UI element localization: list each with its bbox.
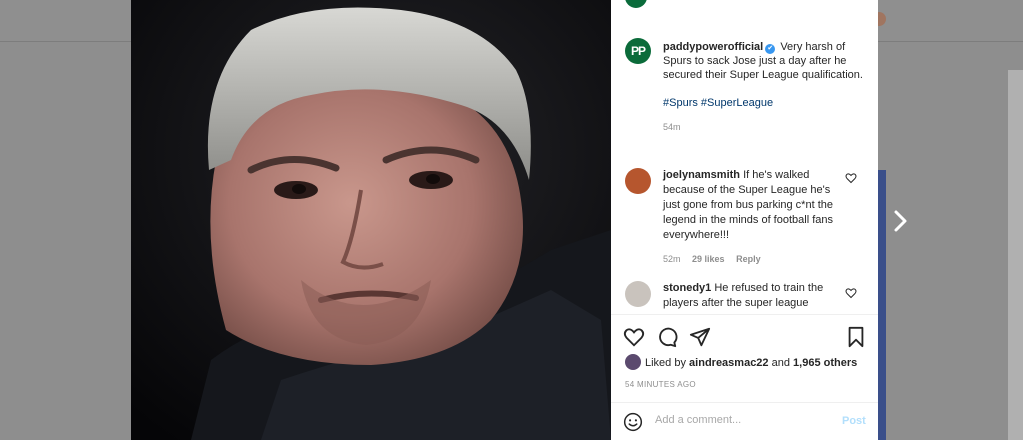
- caption-hashtags[interactable]: #Spurs #SuperLeague: [663, 96, 863, 110]
- background-scrollbar: [1008, 70, 1023, 440]
- likes-prefix: Liked by: [645, 357, 686, 369]
- emoji-icon[interactable]: [623, 412, 643, 432]
- liker-avatar[interactable]: [625, 354, 641, 370]
- comment-body: joelynamsmith If he's walked because of …: [663, 168, 843, 267]
- add-comment-bar: Post: [611, 402, 878, 440]
- comment-avatar[interactable]: [625, 168, 651, 194]
- comment-reply-button[interactable]: Reply: [736, 254, 761, 264]
- post-timestamp[interactable]: 54 MINUTES AGO: [625, 380, 696, 389]
- paddypower-avatar[interactable]: PP: [625, 38, 651, 64]
- comment-likes[interactable]: 29 likes: [692, 254, 725, 264]
- comment-input[interactable]: [655, 414, 825, 426]
- share-icon[interactable]: [689, 326, 711, 348]
- post-actions: [623, 326, 867, 348]
- caption-body: paddypowerofficial ✔ Very harsh of Spurs …: [663, 40, 863, 134]
- header-avatar[interactable]: [625, 0, 647, 8]
- comment-heart-icon[interactable]: [845, 287, 857, 299]
- caption-username[interactable]: paddypowerofficial: [663, 41, 763, 53]
- post-detail-panel: PP paddypowerofficial ✔ Very harsh of Spu…: [611, 0, 878, 440]
- divider: [611, 314, 878, 315]
- comment-username[interactable]: joelynamsmith: [663, 169, 740, 181]
- comment-item: stonedy1 He refused to train the players…: [625, 281, 865, 314]
- likes-summary: Liked by aindreasmac22 and 1,965 others: [625, 354, 857, 371]
- comment-body: stonedy1 He refused to train the players…: [663, 281, 843, 311]
- heart-icon[interactable]: [623, 326, 645, 348]
- post-image[interactable]: [131, 0, 611, 440]
- post-photo-illustration: [131, 0, 611, 440]
- comment-meta: 52m 29 likes Reply: [663, 252, 843, 267]
- caption-time: 54m: [663, 122, 681, 132]
- post-comment-button[interactable]: Post: [842, 415, 866, 427]
- comment-time: 52m: [663, 254, 681, 264]
- comment-avatar[interactable]: [625, 281, 651, 307]
- avatar-logo-text: PP: [630, 44, 646, 58]
- verified-icon: ✔: [765, 44, 776, 54]
- liker-username[interactable]: aindreasmac22: [689, 357, 769, 369]
- comment-icon[interactable]: [656, 326, 678, 348]
- likes-others[interactable]: 1,965 others: [793, 357, 857, 369]
- likes-joiner: and: [771, 357, 790, 369]
- chevron-right-icon[interactable]: [890, 204, 912, 238]
- comment-username[interactable]: stonedy1: [663, 282, 711, 294]
- bookmark-icon[interactable]: [845, 326, 867, 348]
- background-image-edge: [878, 170, 886, 440]
- comment-heart-icon[interactable]: [845, 172, 857, 184]
